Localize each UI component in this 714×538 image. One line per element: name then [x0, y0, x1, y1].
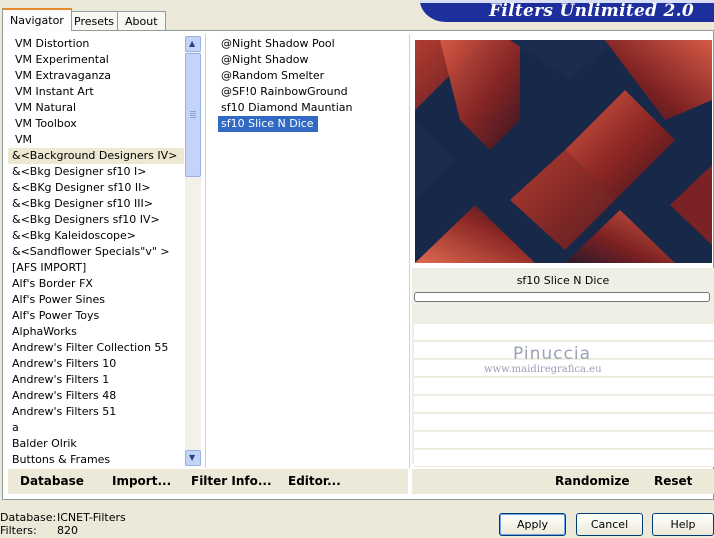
import-button[interactable]: Import...	[112, 474, 171, 488]
filter-item[interactable]: sf10 Diamond Mauntian	[218, 100, 406, 116]
category-item[interactable]: &<Bkg Designers sf10 IV>	[8, 212, 184, 228]
category-item[interactable]: &<Bkg Kaleidoscope>	[8, 228, 184, 244]
category-item[interactable]: Balder Olrik	[8, 436, 184, 452]
category-item[interactable]: Andrew's Filter Collection 55	[8, 340, 184, 356]
filter-item[interactable]: @Random Smelter	[218, 68, 406, 84]
divider	[205, 34, 206, 468]
category-item[interactable]: Buttons & Frames	[8, 452, 184, 468]
category-item[interactable]: &<Background Designers IV>	[8, 148, 184, 164]
left-toolbar: Database Import... Filter Info... Editor…	[8, 469, 408, 494]
category-item[interactable]: &<BKg Designer sf10 II>	[8, 180, 184, 196]
watermark-site: www.maidiregrafica.eu	[484, 364, 602, 375]
app-title: Filters Unlimited 2.0	[489, 1, 694, 21]
filter-preview-image	[415, 40, 712, 263]
filters-count: 820	[57, 524, 78, 537]
filter-item[interactable]: @SF!0 RainbowGround	[218, 84, 406, 100]
database-label: Database:	[0, 511, 57, 524]
apply-button[interactable]: Apply	[499, 513, 566, 536]
category-item[interactable]: Alf's Power Toys	[8, 308, 184, 324]
category-item[interactable]: Andrew's Filters 1	[8, 372, 184, 388]
category-item[interactable]: VM Distortion	[8, 36, 184, 52]
category-item[interactable]: &<Bkg Designer sf10 I>	[8, 164, 184, 180]
category-item[interactable]: VM Toolbox	[8, 116, 184, 132]
parameter-slot[interactable]	[414, 414, 714, 431]
category-item[interactable]: Alf's Border FX	[8, 276, 184, 292]
parameter-slot[interactable]	[414, 450, 714, 467]
category-item[interactable]: &<Sandflower Specials"v" >	[8, 244, 184, 260]
tab-presets[interactable]: Presets	[66, 11, 123, 30]
category-item[interactable]: Alf's Power Sines	[8, 292, 184, 308]
scroll-thumb[interactable]	[185, 53, 201, 177]
category-item[interactable]: Andrew's Filters 10	[8, 356, 184, 372]
category-item[interactable]: VM Experimental	[8, 52, 184, 68]
category-item[interactable]: Andrew's Filters 51	[8, 404, 184, 420]
chevron-down-icon: ▼	[189, 453, 196, 462]
filter-item[interactable]: @Night Shadow Pool	[218, 36, 406, 52]
reset-button[interactable]: Reset	[654, 474, 692, 488]
cancel-button[interactable]: Cancel	[576, 513, 643, 536]
parameter-slot[interactable]	[414, 378, 714, 395]
divider	[409, 34, 410, 468]
filters-label: Filters:	[0, 524, 37, 537]
title-banner: Filters Unlimited 2.0	[420, 0, 714, 22]
filter-item[interactable]: @Night Shadow	[218, 52, 406, 68]
category-item[interactable]: AlphaWorks	[8, 324, 184, 340]
tab-navigator[interactable]: Navigator	[2, 8, 72, 31]
parameter-slot[interactable]	[414, 324, 714, 341]
category-scrollbar[interactable]: ▲ ▼	[185, 36, 201, 466]
category-item[interactable]: VM Instant Art	[8, 84, 184, 100]
database-button[interactable]: Database	[20, 474, 84, 488]
progress-bar	[414, 292, 710, 302]
selected-filter-name: sf10 Slice N Dice	[516, 274, 610, 287]
category-item[interactable]: VM	[8, 132, 184, 148]
category-item[interactable]: [AFS IMPORT]	[8, 260, 184, 276]
parameter-slot[interactable]	[414, 432, 714, 449]
database-value: ICNET-Filters	[57, 511, 126, 524]
filter-list[interactable]: @Night Shadow Pool @Night Shadow @Random S…	[218, 36, 406, 132]
category-item[interactable]: VM Natural	[8, 100, 184, 116]
filter-info-button[interactable]: Filter Info...	[191, 474, 272, 488]
randomize-button[interactable]: Randomize	[555, 474, 629, 488]
scroll-up-button[interactable]: ▲	[185, 36, 201, 52]
category-list[interactable]: VM Distortion VM Experimental VM Extravaga…	[8, 36, 184, 468]
watermark-name: Pinuccia	[513, 344, 591, 364]
scroll-down-button[interactable]: ▼	[185, 450, 201, 466]
tab-about[interactable]: About	[117, 11, 166, 30]
right-toolbar: Randomize Reset	[412, 469, 714, 494]
editor-button[interactable]: Editor...	[288, 474, 341, 488]
category-item[interactable]: &<Bkg Designer sf10 III>	[8, 196, 184, 212]
category-item[interactable]: VM Extravaganza	[8, 68, 184, 84]
parameter-slot[interactable]	[414, 396, 714, 413]
category-item[interactable]: a	[8, 420, 184, 436]
chevron-up-icon: ▲	[189, 39, 196, 48]
filter-item[interactable]: sf10 Slice N Dice	[218, 116, 318, 132]
category-item[interactable]: Andrew's Filters 48	[8, 388, 184, 404]
help-button[interactable]: Help	[652, 513, 714, 536]
